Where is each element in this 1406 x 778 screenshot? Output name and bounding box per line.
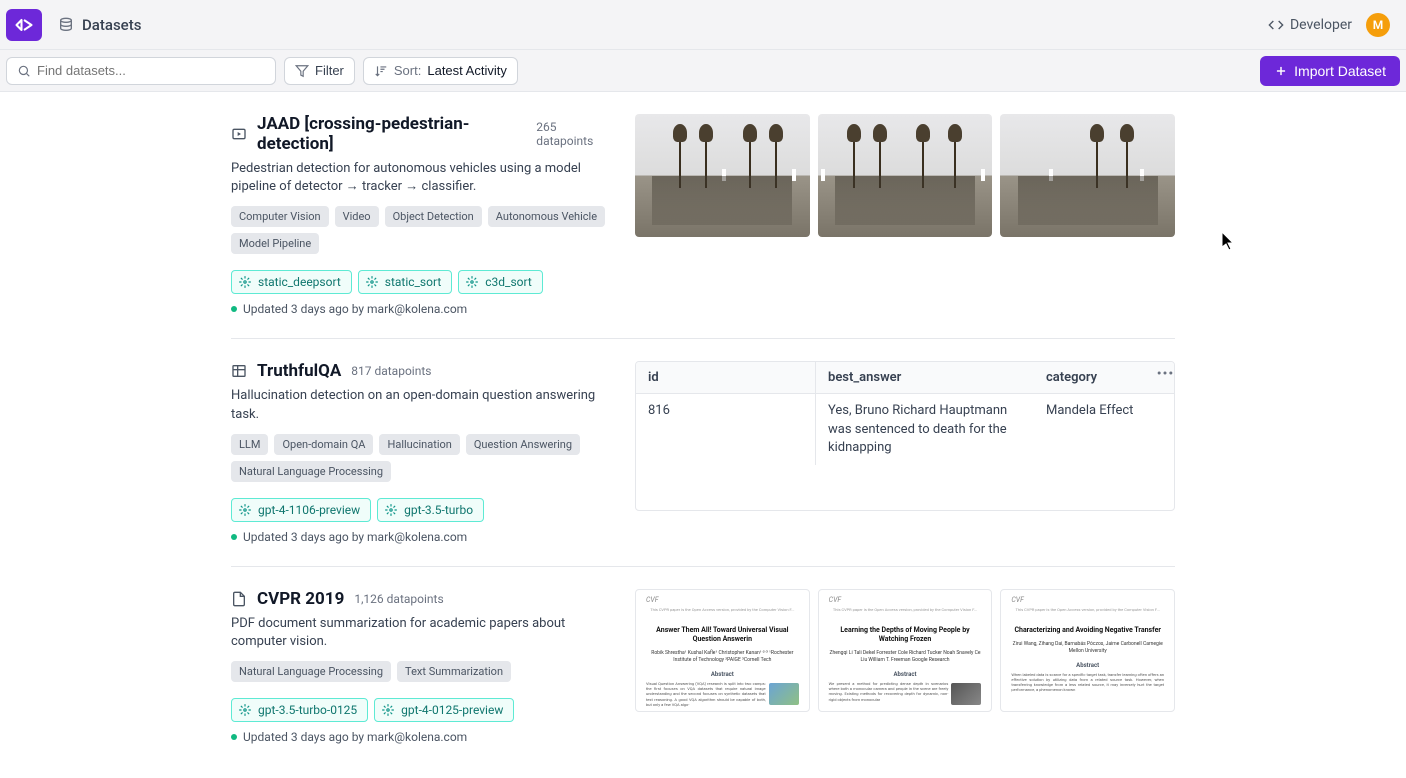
tag[interactable]: LLM: [231, 434, 268, 455]
thumbnail-paper[interactable]: CVFThis CVPR paper is the Open Access ve…: [1000, 589, 1175, 712]
tag[interactable]: Open-domain QA: [274, 434, 373, 455]
dataset-title: TruthfulQA: [257, 361, 341, 381]
tag[interactable]: Question Answering: [466, 434, 580, 455]
thumbnail-paper[interactable]: CVFThis CVPR paper is the Open Access ve…: [635, 589, 810, 712]
model-pill[interactable]: static_sort: [358, 270, 453, 294]
table-row: 816 Yes, Bruno Richard Hauptmann was sen…: [636, 394, 1174, 465]
dataset-title: CVPR 2019: [257, 589, 344, 609]
topbar-right: Developer M: [1268, 13, 1390, 37]
tag-row: Natural Language Processing Text Summari…: [231, 661, 611, 682]
thumbnail-image[interactable]: [635, 114, 810, 237]
updated-line: Updated 3 days ago by mark@kolena.com: [231, 530, 611, 544]
model-icon: [465, 275, 479, 289]
page-title: Datasets: [82, 16, 141, 34]
model-pill[interactable]: static_deepsort: [231, 270, 352, 294]
tag[interactable]: Natural Language Processing: [231, 661, 391, 682]
model-icon: [384, 503, 398, 517]
model-icon: [238, 275, 252, 289]
thumbnail-row: [635, 114, 1175, 237]
toolbar: Filter Sort: Latest Activity Import Data…: [0, 50, 1406, 92]
datapoint-count: 817 datapoints: [351, 364, 431, 378]
model-icon: [238, 703, 252, 717]
page-title-wrap: Datasets: [58, 16, 141, 34]
dataset-card[interactable]: JAAD [crossing-pedestrian-detection] 265…: [231, 92, 1175, 339]
filter-icon: [295, 64, 309, 78]
status-dot: [231, 734, 237, 740]
model-pill[interactable]: gpt-4-1106-preview: [231, 498, 371, 522]
tag[interactable]: Object Detection: [385, 206, 482, 227]
thumbnail-image[interactable]: [1000, 114, 1175, 237]
tag[interactable]: Text Summarization: [397, 661, 511, 682]
model-pill[interactable]: gpt-3.5-turbo-0125: [231, 698, 368, 722]
table-cell: 816: [636, 394, 816, 465]
toolbar-left: Filter Sort: Latest Activity: [6, 57, 518, 85]
plus-icon: [1274, 64, 1288, 78]
tag[interactable]: Hallucination: [379, 434, 459, 455]
tag[interactable]: Video: [335, 206, 379, 227]
dataset-card[interactable]: CVPR 2019 1,126 datapoints PDF document …: [231, 567, 1175, 766]
code-icon: [1268, 17, 1284, 33]
preview-table[interactable]: id best_answer category 816 Yes, Bruno R…: [635, 361, 1175, 511]
tag[interactable]: Natural Language Processing: [231, 461, 391, 482]
table-header: category: [1034, 362, 1174, 393]
tag-row: Computer Vision Video Object Detection A…: [231, 206, 611, 254]
dataset-title: JAAD [crossing-pedestrian-detection]: [257, 114, 526, 154]
thumbnail-paper[interactable]: CVFThis CVPR paper is the Open Access ve…: [818, 589, 993, 712]
filter-button[interactable]: Filter: [284, 57, 355, 85]
topbar: Datasets Developer M: [0, 0, 1406, 50]
model-pill[interactable]: gpt-4-0125-preview: [374, 698, 514, 722]
tag[interactable]: Autonomous Vehicle: [488, 206, 605, 227]
status-dot: [231, 534, 237, 540]
model-row: static_deepsort static_sort c3d_sort: [231, 258, 611, 294]
table-cell: Mandela Effect: [1034, 394, 1174, 465]
model-icon: [238, 503, 252, 517]
dataset-card[interactable]: TruthfulQA 817 datapoints Hallucination …: [231, 339, 1175, 566]
table-header: id: [636, 362, 816, 393]
developer-link[interactable]: Developer: [1268, 17, 1352, 33]
updated-line: Updated 3 days ago by mark@kolena.com: [231, 302, 611, 316]
dataset-list: JAAD [crossing-pedestrian-detection] 265…: [223, 92, 1183, 766]
developer-label: Developer: [1290, 17, 1352, 33]
model-row: gpt-3.5-turbo-0125 gpt-4-0125-preview: [231, 686, 611, 722]
model-pill[interactable]: gpt-3.5-turbo: [377, 498, 484, 522]
updated-line: Updated 3 days ago by mark@kolena.com: [231, 730, 611, 744]
datapoint-count: 265 datapoints: [536, 120, 611, 148]
sort-button[interactable]: Sort: Latest Activity: [363, 57, 518, 85]
datapoint-count: 1,126 datapoints: [354, 592, 443, 606]
cursor-icon: [1222, 232, 1238, 252]
video-icon: [231, 126, 247, 142]
tag[interactable]: Model Pipeline: [231, 233, 319, 254]
model-pill[interactable]: c3d_sort: [458, 270, 543, 294]
search-icon: [17, 64, 31, 78]
table-cell: Yes, Bruno Richard Hauptmann was sentenc…: [816, 394, 1034, 465]
thumbnail-image[interactable]: [818, 114, 993, 237]
sort-icon: [374, 64, 388, 78]
dataset-description: Pedestrian detection for autonomous vehi…: [231, 160, 611, 196]
table-header: best_answer: [816, 362, 1034, 393]
status-dot: [231, 306, 237, 312]
tag[interactable]: Computer Vision: [231, 206, 329, 227]
avatar[interactable]: M: [1366, 13, 1390, 37]
topbar-left: Datasets: [6, 9, 141, 41]
dataset-description: PDF document summarization for academic …: [231, 615, 611, 651]
dataset-description: Hallucination detection on an open-domai…: [231, 387, 611, 423]
model-icon: [365, 275, 379, 289]
model-row: gpt-4-1106-preview gpt-3.5-turbo: [231, 486, 611, 522]
database-icon: [58, 17, 74, 33]
thumbnail-row: CVFThis CVPR paper is the Open Access ve…: [635, 589, 1175, 712]
search-input[interactable]: [37, 63, 265, 78]
tag-row: LLM Open-domain QA Hallucination Questio…: [231, 434, 611, 482]
table-icon: [231, 363, 247, 379]
document-icon: [231, 591, 247, 607]
more-horizontal-icon: [1155, 363, 1175, 383]
model-icon: [381, 703, 395, 717]
search-box[interactable]: [6, 57, 276, 85]
more-button[interactable]: [1155, 363, 1175, 383]
app-logo[interactable]: [6, 9, 42, 41]
import-dataset-button[interactable]: Import Dataset: [1260, 56, 1400, 86]
